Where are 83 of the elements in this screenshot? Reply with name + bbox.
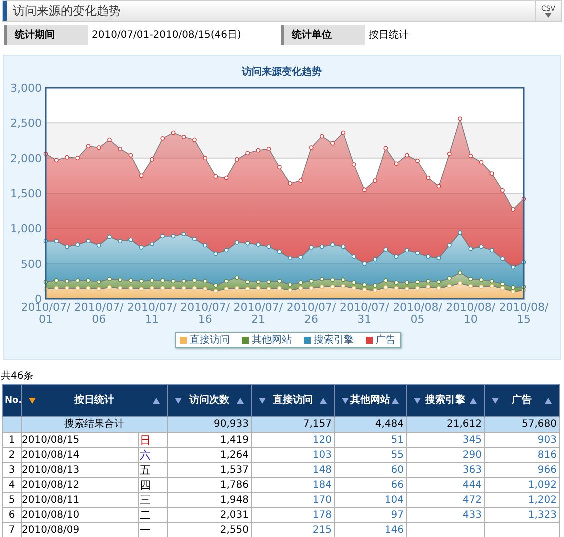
weekday-cell: 六: [138, 448, 168, 462]
total-cell: 21,612: [406, 416, 484, 432]
row-number: 7: [2, 522, 22, 537]
date-cell: 2010/08/11: [22, 492, 138, 508]
table-cell: 60: [334, 462, 406, 478]
table-cell: 1,323: [484, 508, 560, 522]
record-count: 共46条: [1, 370, 34, 384]
section-title: 访问来源的变化趋势: [13, 3, 121, 20]
x-tick-label: 2010/08/10: [446, 301, 496, 326]
table-cell: 1,786: [168, 478, 252, 492]
table-cell: 345: [406, 432, 484, 448]
table-cell: 51: [334, 432, 406, 448]
weekday-cell: 一: [138, 522, 168, 537]
legend-label: 直接访问: [190, 334, 230, 348]
chart-title: 访问来源变化趋势: [242, 67, 322, 79]
table-cell: 1,948: [168, 492, 252, 508]
filter-label: 统计期间: [4, 25, 88, 45]
x-tick-label: 2010/07/26: [286, 301, 336, 326]
row-number: 2: [2, 448, 22, 462]
weekday-cell: 四: [138, 478, 168, 492]
y-tick-label: 2,500: [10, 117, 42, 130]
table-cell: 444: [406, 478, 484, 492]
table-cell: 55: [334, 448, 406, 462]
table-cell: 178: [252, 508, 334, 522]
row-number: 1: [2, 432, 22, 448]
table-cell: 184: [252, 478, 334, 492]
table-cell: 1,202: [484, 492, 560, 508]
filter-label: 统计单位: [281, 25, 365, 45]
x-tick-label: 2010/07/06: [74, 301, 124, 326]
row-number: 4: [2, 478, 22, 492]
x-tick-label: 2010/08/15: [499, 301, 549, 326]
table-cell: 1,092: [484, 478, 560, 492]
column-header: No.: [5, 396, 22, 406]
x-tick-label: 2010/07/16: [180, 301, 230, 326]
weekday-cell: 五: [138, 462, 168, 478]
x-tick-label: 2010/08/05: [393, 301, 442, 326]
weekday-cell: 二: [138, 508, 168, 522]
x-tick-label: 2010/07/11: [128, 301, 177, 326]
filter-value: 按日统计: [369, 28, 409, 42]
table-cell: 104: [334, 492, 406, 508]
table-cell: 816: [484, 448, 560, 462]
total-cell: 4,484: [334, 416, 406, 432]
legend-label: 广告: [376, 334, 396, 348]
date-cell: 2010/08/10: [22, 508, 138, 522]
total-cell: 57,680: [484, 416, 560, 432]
table-cell: 170: [252, 492, 334, 508]
row-number: 5: [2, 492, 22, 508]
x-tick-label: 2010/07/31: [340, 301, 390, 326]
table-cell: 1,537: [168, 462, 252, 478]
date-cell: 2010/08/12: [22, 478, 138, 492]
legend-label: 其他网站: [252, 334, 292, 348]
table-cell: 120: [252, 432, 334, 448]
table-cell: 363: [406, 462, 484, 478]
total-label: 搜索结果合计: [22, 416, 168, 432]
total-cell: 90,933: [168, 416, 252, 432]
table-cell: 1,264: [168, 448, 252, 462]
table-cell: 148: [252, 462, 334, 478]
table-cell: 1,419: [168, 432, 252, 448]
table-cell: 433: [406, 508, 484, 522]
table-cell: 2,031: [168, 508, 252, 522]
x-tick-label: 2010/07/21: [234, 301, 284, 326]
table-cell: 66: [334, 478, 406, 492]
date-cell: 2010/08/13: [22, 462, 138, 478]
weekday-cell: 三: [138, 492, 168, 508]
y-tick-label: 1,500: [10, 188, 42, 200]
table-cell: 903: [484, 432, 560, 448]
date-cell: 2010/08/14: [22, 448, 138, 462]
table-cell: 472: [406, 492, 484, 508]
row-number: 6: [2, 508, 22, 522]
table-cell: 966: [484, 462, 560, 478]
y-tick-label: 3,000: [10, 82, 42, 95]
y-tick-label: 2,000: [10, 152, 42, 166]
date-cell: 2010/08/15: [22, 432, 138, 448]
weekday-cell: 日: [138, 432, 168, 448]
total-cell: 7,157: [252, 416, 334, 432]
table-cell: 290: [406, 448, 484, 462]
legend-label: 搜索引擎: [314, 334, 354, 348]
y-tick-label: 500: [21, 258, 42, 271]
y-tick-label: 1,000: [10, 222, 42, 236]
row-number: 3: [2, 462, 22, 478]
table-cell: 103: [252, 448, 334, 462]
filter-value: 2010/07/01-2010/08/15(46日): [92, 28, 242, 42]
table-cell: 97: [334, 508, 406, 522]
